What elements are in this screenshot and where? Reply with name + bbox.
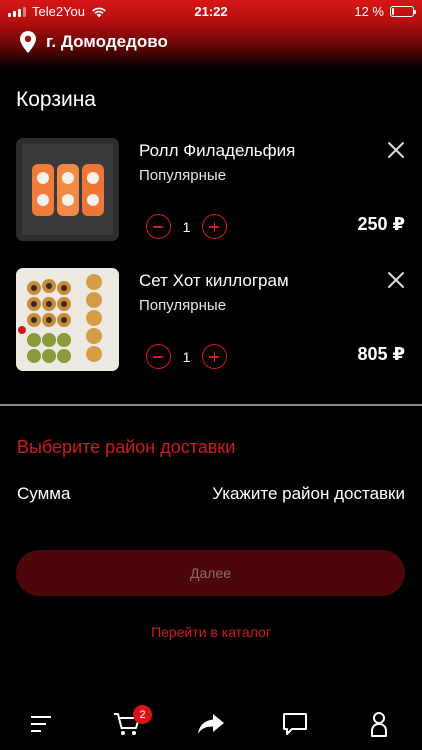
location-pin-icon [20, 31, 36, 53]
sum-label: Сумма [17, 484, 71, 503]
increase-quantity-button[interactable] [202, 214, 227, 239]
remove-item-icon[interactable] [386, 270, 406, 290]
next-button[interactable]: Далее [16, 550, 405, 596]
remove-item-icon[interactable] [386, 140, 406, 160]
city-label: г. Домодедово [46, 32, 168, 51]
quantity-value: 1 [182, 348, 191, 365]
cart-item: Ролл Филадельфия Популярные 1 250 ₽ [0, 138, 422, 242]
product-name[interactable]: Ролл Филадельфия [139, 141, 295, 161]
battery-level [392, 8, 394, 15]
tab-profile[interactable] [364, 709, 394, 739]
tab-chat[interactable] [280, 709, 310, 739]
select-district-link[interactable]: Выберите район доставки [17, 437, 235, 458]
profile-icon [371, 712, 387, 737]
city-selector[interactable]: г. Домодедово [20, 31, 168, 53]
quantity-stepper: 1 [146, 214, 227, 239]
go-to-catalog-link[interactable]: Перейти в каталог [0, 624, 422, 640]
cart-item: Сет Хот киллограм Популярные 1 805 ₽ [0, 268, 422, 372]
product-price: 805 ₽ [357, 344, 405, 364]
divider [0, 404, 422, 406]
tab-share[interactable] [196, 709, 226, 739]
page-title: Корзина [16, 88, 96, 111]
tab-menu[interactable] [27, 709, 57, 739]
product-category: Популярные [139, 167, 227, 184]
status-right: 12 % [354, 4, 416, 19]
tab-bar: 2 [0, 700, 422, 750]
sum-value: Укажите район доставки [212, 484, 405, 503]
decrease-quantity-button[interactable] [146, 214, 171, 239]
product-category: Популярные [139, 297, 227, 314]
status-bar: Tele2You 21:22 12 % [0, 0, 422, 22]
product-name[interactable]: Сет Хот киллограм [139, 271, 289, 291]
battery-percent: 12 % [354, 4, 384, 19]
quantity-value: 1 [182, 218, 191, 235]
quantity-stepper: 1 [146, 344, 227, 369]
product-price: 250 ₽ [357, 214, 405, 234]
product-image-hot-set[interactable] [16, 268, 119, 371]
decrease-quantity-button[interactable] [146, 344, 171, 369]
chat-icon [283, 713, 307, 735]
battery-icon [390, 6, 416, 17]
share-icon [198, 714, 224, 734]
product-image-philadelphia[interactable] [16, 138, 119, 241]
cart-badge: 2 [133, 705, 152, 724]
increase-quantity-button[interactable] [202, 344, 227, 369]
menu-icon [31, 716, 51, 732]
